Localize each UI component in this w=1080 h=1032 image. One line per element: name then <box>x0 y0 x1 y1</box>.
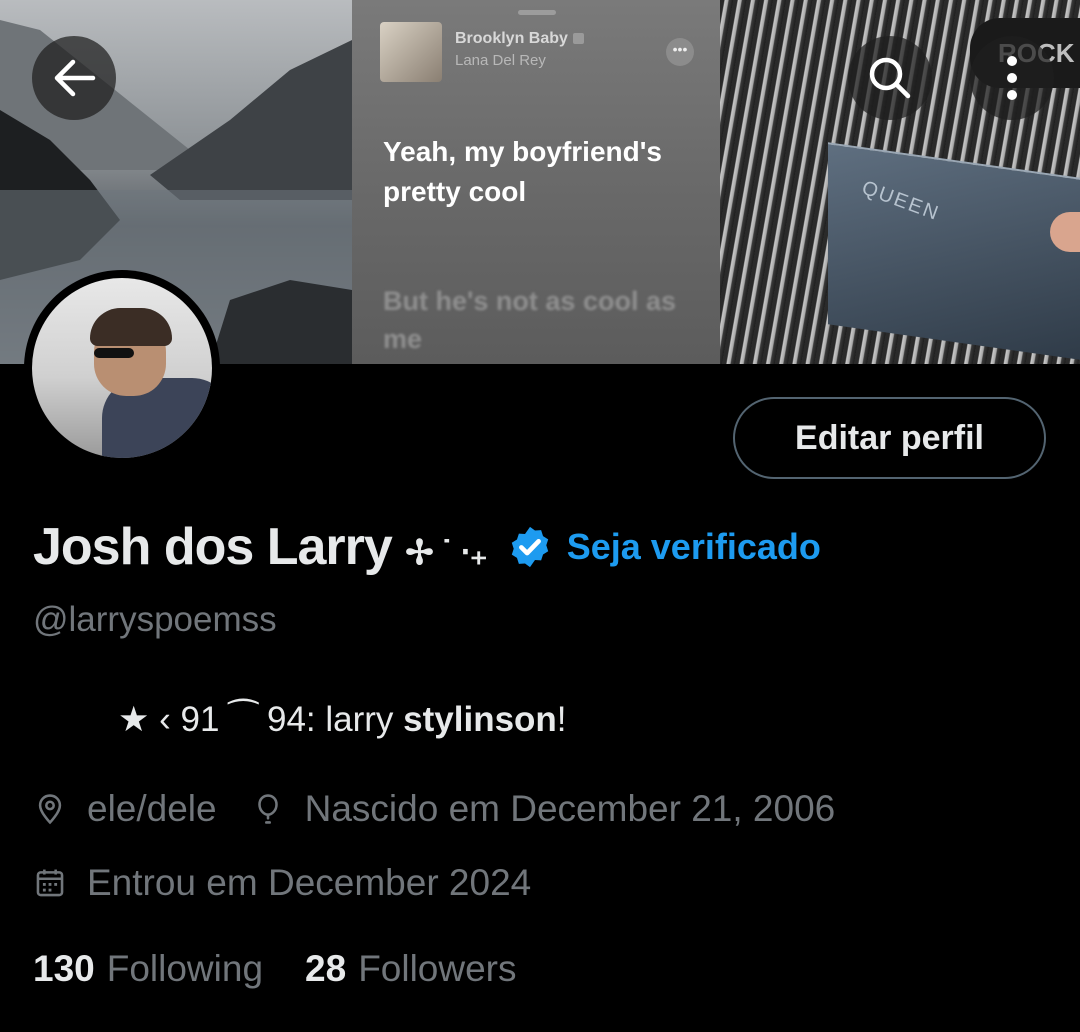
album-art <box>380 22 442 82</box>
song-title-text: Brooklyn Baby <box>455 30 568 47</box>
more-options-button[interactable] <box>970 36 1054 120</box>
avatar-glasses <box>94 348 134 358</box>
more-vertical-icon <box>1007 56 1017 100</box>
followers-link[interactable]: 28 Followers <box>305 948 516 990</box>
bio-suffix: ! <box>556 700 567 739</box>
avatar-photo <box>32 278 212 458</box>
birth-date: Nascido em December 21, 2006 <box>304 788 836 829</box>
bio-bold-text: stylinson <box>403 700 557 739</box>
followers-count: 28 <box>305 948 347 989</box>
following-link[interactable]: 130 Following <box>33 948 263 990</box>
name-row: Josh dos Larry ✢ ˙ ‧₊ Seja verificado <box>33 512 821 582</box>
display-name: Josh dos Larry ✢ ˙ ‧₊ <box>33 517 488 577</box>
get-verified-link[interactable]: Seja verificado <box>567 526 821 568</box>
display-name-text: Josh dos Larry <box>33 518 393 576</box>
profile-joined-row: Entrou em December 2024 <box>33 862 531 904</box>
lyric-next-line: But he's not as cool as me <box>383 286 676 354</box>
username-handle: @larryspoemss <box>33 600 277 639</box>
calendar-icon <box>36 869 64 897</box>
back-button[interactable] <box>32 36 116 120</box>
name-decoration: ✢ ˙ ‧₊ <box>405 534 487 572</box>
verified-badge-icon[interactable] <box>507 524 553 570</box>
bio: ★ ‹ 91 ⁀ 94: larry stylinson! <box>118 700 567 740</box>
avatar-hair <box>90 308 172 346</box>
explicit-icon <box>572 33 584 45</box>
song-title: Brooklyn Baby <box>455 30 584 48</box>
location-pin-icon <box>38 794 62 825</box>
search-icon <box>869 57 911 99</box>
following-count: 130 <box>33 948 95 989</box>
profile-meta-row: ele/dele Nascido em December 21, 2006 <box>33 788 835 830</box>
follow-stats: 130 Following 28 Followers <box>33 948 517 990</box>
following-label: Following <box>106 948 264 989</box>
joined-date: Entrou em December 2024 <box>87 862 532 903</box>
edit-profile-button[interactable]: Editar perfil <box>733 397 1046 479</box>
sheet-handle <box>518 10 556 15</box>
pronouns: ele/dele <box>87 788 217 829</box>
search-button[interactable] <box>848 36 932 120</box>
balloon-icon <box>257 794 278 824</box>
bio-text: ★ ‹ 91 ⁀ 94: larry <box>118 700 404 739</box>
avatar[interactable] <box>24 270 220 466</box>
arrow-left-icon <box>54 59 96 97</box>
lyric-current-line: Yeah, my boyfriend's pretty cool <box>383 136 662 207</box>
song-artist: Lana Del Rey <box>455 52 546 69</box>
record-sleeve <box>828 142 1080 360</box>
followers-label: Followers <box>358 948 517 989</box>
song-more-icon: ••• <box>666 38 694 66</box>
